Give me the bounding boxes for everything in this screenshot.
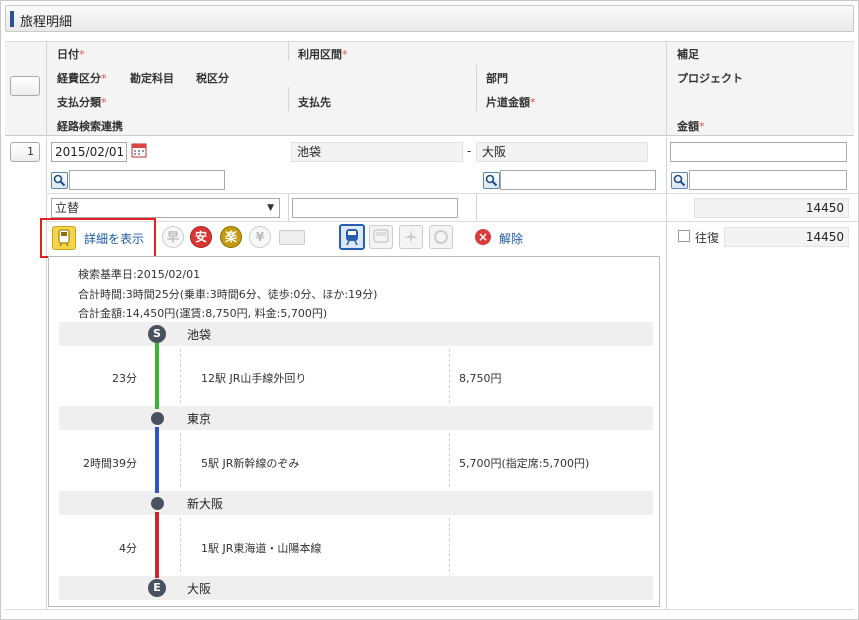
ship-filter-icon[interactable] <box>429 225 453 249</box>
station-name: 池袋 <box>187 328 212 342</box>
divider <box>46 41 47 136</box>
train-icon[interactable] <box>52 226 76 250</box>
total-time: 合計時間:3時間25分(乗車:3時間6分、徒歩:0分、ほか:19分) <box>78 288 378 301</box>
segment-line <box>155 512 159 578</box>
header-department: 部門 <box>486 72 508 85</box>
segment-line <box>155 343 159 409</box>
station-dot <box>151 497 164 510</box>
header-route-search: 経路検索連携 <box>57 120 123 133</box>
segment-duration: 4分 <box>119 542 137 555</box>
row-number[interactable]: 1 <box>10 142 40 162</box>
end-marker: E <box>148 579 166 597</box>
segment-line-name: 12駅 JR山手線外回り <box>201 372 307 385</box>
project-input[interactable] <box>689 170 847 190</box>
start-marker: S <box>148 325 166 343</box>
fast-route-icon[interactable]: 早 <box>162 226 184 248</box>
header-expense-type: 経費区分* <box>57 72 107 85</box>
search-icon[interactable] <box>671 172 688 189</box>
divider <box>5 609 854 610</box>
section-header: 旅程明細 <box>5 5 854 32</box>
select-all-checkbox[interactable] <box>10 76 40 96</box>
show-detail-link[interactable]: 詳細を表示 <box>84 230 144 247</box>
department-input[interactable] <box>500 170 656 190</box>
divider <box>449 349 450 403</box>
header-project: プロジェクト <box>677 72 743 85</box>
segment-line <box>155 427 159 493</box>
divider <box>476 65 477 111</box>
segment-duration: 23分 <box>112 372 137 385</box>
roundtrip-checkbox[interactable] <box>678 230 690 242</box>
roundtrip-label: 往復 <box>695 231 720 245</box>
route-detail-panel: 検索基準日:2015/02/01 合計時間:3時間25分(乗車:3時間6分、徒歩… <box>48 256 660 607</box>
section-accent-bar <box>10 11 14 27</box>
divider <box>476 193 477 221</box>
segment-duration: 2時間39分 <box>83 457 137 470</box>
close-icon[interactable]: × <box>475 229 491 245</box>
station-dot <box>151 412 164 425</box>
payment-class-select[interactable]: 立替 ▼ <box>51 198 280 218</box>
date-input[interactable]: 2015/02/01 <box>51 142 127 162</box>
release-link[interactable]: 解除 <box>499 230 523 247</box>
divider <box>288 87 289 111</box>
station-name: 新大阪 <box>187 497 224 511</box>
header-oneway-amount: 片道金額* <box>486 96 536 109</box>
divider <box>288 41 289 61</box>
chevron-down-icon: ▼ <box>267 203 274 213</box>
cheap-route-icon[interactable]: ¥ <box>249 226 271 248</box>
header-date: 日付* <box>57 48 85 61</box>
ic-card-icon[interactable] <box>279 230 305 245</box>
column-header-area <box>5 41 854 136</box>
payee-input[interactable] <box>292 198 458 218</box>
divider <box>46 221 858 222</box>
segment-fare: 8,750円 <box>459 372 502 385</box>
divider <box>288 193 289 221</box>
from-station-field: 池袋 <box>291 142 463 162</box>
divider <box>449 518 450 572</box>
divider <box>449 433 450 487</box>
station-name: 東京 <box>187 412 212 426</box>
train-filter-icon[interactable] <box>339 224 365 250</box>
divider <box>180 349 181 403</box>
segment-line-name: 1駅 JR東海道・山陽本線 <box>201 542 322 555</box>
station-row <box>59 491 653 515</box>
safe-route-icon[interactable]: 安 <box>190 226 212 248</box>
search-icon[interactable] <box>51 172 68 189</box>
to-station-field: 大阪 <box>476 142 648 162</box>
expense-type-input[interactable] <box>69 170 225 190</box>
payment-class-value: 立替 <box>55 201 80 215</box>
station-row <box>59 406 653 430</box>
route-separator: - <box>467 144 472 158</box>
base-date: 検索基準日:2015/02/01 <box>78 268 201 281</box>
section-title: 旅程明細 <box>20 15 73 30</box>
header-tax: 税区分 <box>196 72 229 85</box>
easy-route-icon[interactable]: 楽 <box>220 226 242 248</box>
oneway-amount-field: 14450 <box>694 198 849 218</box>
search-icon[interactable] <box>483 172 500 189</box>
header-payee: 支払先 <box>298 96 331 109</box>
header-route: 利用区間* <box>298 48 348 61</box>
amount-field: 14450 <box>724 227 849 247</box>
calendar-icon[interactable] <box>131 142 147 158</box>
station-name: 大阪 <box>187 582 212 596</box>
airplane-filter-icon[interactable] <box>399 225 423 249</box>
divider <box>666 137 667 609</box>
divider <box>46 193 858 194</box>
segment-fare: 5,700円(指定席:5,700円) <box>459 457 590 470</box>
total-amount: 合計金額:14,450円(運賃:8,750円, 料金:5,700円) <box>78 307 328 320</box>
divider <box>180 518 181 572</box>
header-amount: 金額* <box>677 120 705 133</box>
segment-line-name: 5駅 JR新幹線のぞみ <box>201 457 300 470</box>
divider <box>666 41 667 136</box>
divider <box>180 433 181 487</box>
divider <box>46 137 47 609</box>
header-payment-class: 支払分類* <box>57 96 107 109</box>
header-account: 勘定科目 <box>130 72 174 85</box>
bus-filter-icon[interactable] <box>369 225 393 249</box>
supplement-input[interactable] <box>670 142 847 162</box>
header-supplement: 補足 <box>677 48 699 61</box>
